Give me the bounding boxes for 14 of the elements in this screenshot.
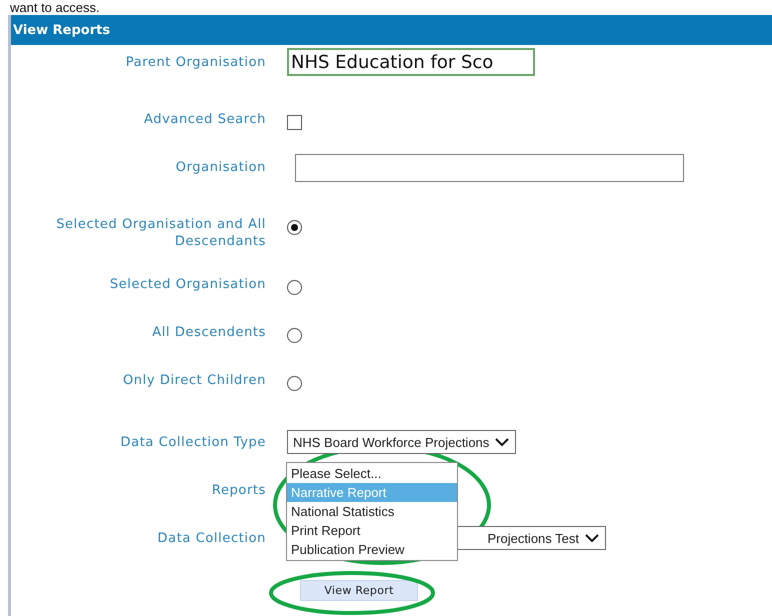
field-label: Organisation xyxy=(174,159,266,176)
field-label: Data Collection xyxy=(156,530,266,547)
field-label: Selected Organisation and All Descendants xyxy=(55,216,266,250)
field-label: Selected Organisation xyxy=(108,276,266,293)
panel-title: View Reports xyxy=(12,22,110,38)
field-label: Data Collection Type xyxy=(120,434,266,451)
intro-text: want to access. xyxy=(10,0,100,15)
field-label: All Descendents xyxy=(151,324,266,341)
field-label: Reports xyxy=(210,482,266,499)
dropdown-value: Projections Test xyxy=(487,530,579,546)
field-label: Parent Organisation xyxy=(124,54,266,71)
dropdown-value: NHS Board Workforce Projections xyxy=(293,434,490,450)
field-label: Advanced Search xyxy=(142,111,266,128)
field-label: Only Direct Children xyxy=(122,372,266,389)
